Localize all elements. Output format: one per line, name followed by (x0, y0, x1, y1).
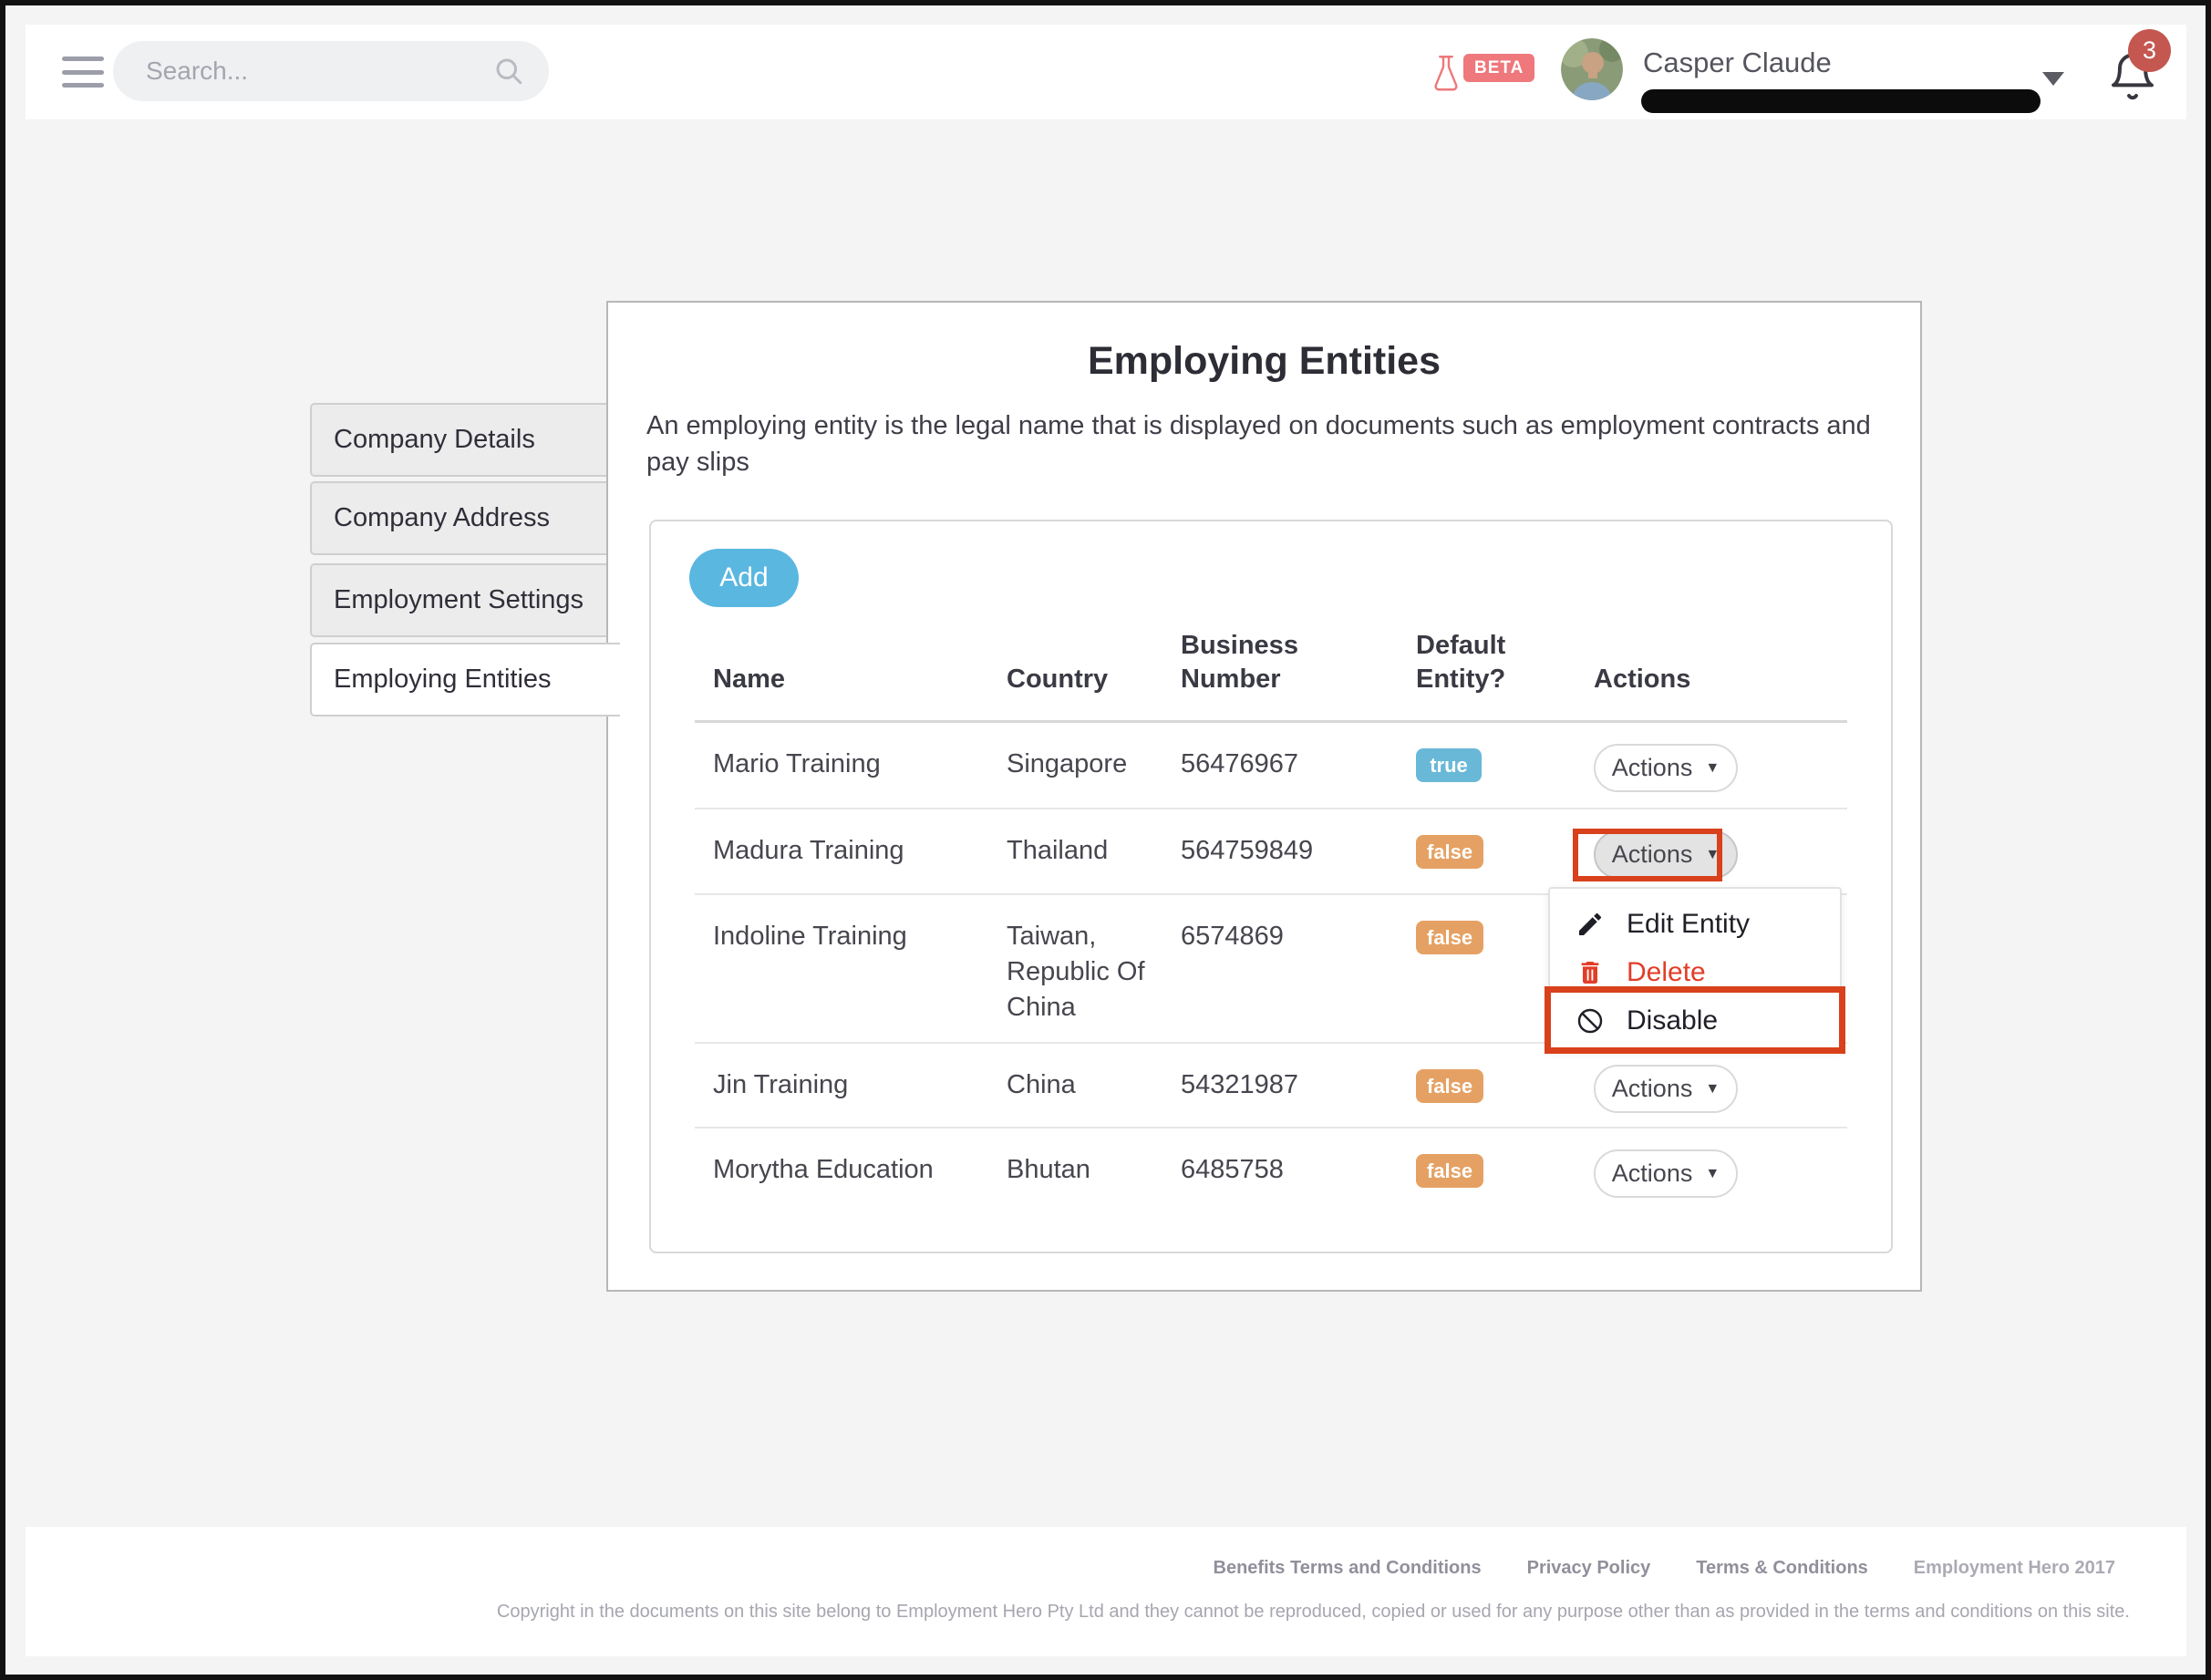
page-title: Employing Entities (608, 339, 1920, 384)
entity-name: Morytha Education (695, 1129, 988, 1238)
search-input[interactable] (113, 57, 492, 86)
search-bar (113, 41, 549, 101)
default-entity-badge: false (1416, 921, 1483, 954)
caret-down-icon: ▼ (1705, 847, 1720, 863)
table-row: Jin Training China 54321987 false Action… (695, 1044, 1847, 1129)
default-entity-badge: false (1416, 1069, 1483, 1103)
tab-label: Company Details (334, 425, 535, 455)
footer-link-benefits-terms[interactable]: Benefits Terms and Conditions (1214, 1558, 1482, 1579)
entity-business-number: 564759849 (1162, 809, 1398, 893)
column-header-country: Country (988, 663, 1162, 696)
notification-count-badge[interactable]: 3 (2128, 29, 2171, 72)
app-window: BETA Casper Claude 3 Comp (0, 0, 2211, 1680)
tab-label: Employment Settings (334, 585, 584, 615)
entity-business-number: 6485758 (1162, 1129, 1398, 1238)
user-menu-caret-icon[interactable] (2042, 72, 2064, 86)
entity-business-number: 6574869 (1162, 895, 1398, 1042)
add-button[interactable]: Add (689, 549, 799, 607)
entity-country: China (988, 1044, 1162, 1127)
actions-button[interactable]: Actions ▼ (1594, 1149, 1738, 1198)
avatar[interactable] (1561, 38, 1623, 100)
entity-country: Thailand (988, 809, 1162, 893)
menu-item-delete[interactable]: Delete (1550, 948, 1840, 996)
trash-icon (1576, 958, 1605, 987)
tab-label: Company Address (334, 503, 550, 533)
actions-button[interactable]: Actions ▼ (1594, 744, 1738, 792)
employing-entities-panel: Employing Entities An employing entity i… (606, 301, 1922, 1292)
entity-country: Singapore (988, 723, 1162, 808)
actions-button-open[interactable]: Actions ▼ (1594, 830, 1738, 879)
entity-country: Bhutan (988, 1129, 1162, 1238)
menu-item-edit-entity[interactable]: Edit Entity (1550, 900, 1840, 948)
page-footer: Benefits Terms and Conditions Privacy Po… (26, 1527, 2186, 1656)
entity-business-number: 54321987 (1162, 1044, 1398, 1127)
entity-name: Indoline Training (695, 895, 988, 1042)
hamburger-menu-icon[interactable] (62, 57, 104, 88)
footer-links: Benefits Terms and Conditions Privacy Po… (1214, 1558, 2116, 1579)
entity-name: Madura Training (695, 809, 988, 893)
top-header: BETA Casper Claude 3 (26, 25, 2186, 119)
caret-down-icon: ▼ (1705, 1081, 1720, 1098)
column-header-default-entity: Default Entity? (1398, 629, 1576, 696)
menu-item-label: Disable (1627, 1005, 1718, 1036)
caret-down-icon: ▼ (1705, 760, 1720, 777)
table-row: Morytha Education Bhutan 6485758 false A… (695, 1129, 1847, 1238)
pencil-icon (1576, 910, 1605, 939)
circle-slash-icon (1576, 1006, 1605, 1036)
default-entity-badge: false (1416, 835, 1483, 869)
tab-employment-settings[interactable]: Employment Settings (310, 563, 611, 637)
footer-copyright: Copyright in the documents on this site … (497, 1602, 2130, 1623)
caret-down-icon: ▼ (1705, 1166, 1720, 1182)
tab-label: Employing Entities (334, 665, 552, 695)
entity-name: Mario Training (695, 723, 988, 808)
tab-employing-entities[interactable]: Employing Entities (310, 643, 620, 716)
column-header-business-number: Business Number (1162, 629, 1398, 696)
table-row: Madura Training Thailand 564759849 false… (695, 809, 1847, 895)
footer-brand-year: Employment Hero 2017 (1914, 1558, 2115, 1579)
tab-company-details[interactable]: Company Details (310, 403, 611, 477)
column-header-name: Name (695, 663, 988, 696)
menu-item-disable[interactable]: Disable (1550, 996, 1840, 1045)
entity-name: Jin Training (695, 1044, 988, 1127)
tab-company-address[interactable]: Company Address (310, 481, 611, 555)
table-row: Mario Training Singapore 56476967 true A… (695, 723, 1847, 809)
footer-link-privacy-policy[interactable]: Privacy Policy (1527, 1558, 1651, 1579)
column-header-actions: Actions (1576, 663, 1847, 696)
search-icon[interactable] (492, 55, 525, 88)
actions-dropdown-menu: Edit Entity Delete Disable (1548, 887, 1842, 1051)
user-name[interactable]: Casper Claude (1643, 46, 1832, 79)
actions-button[interactable]: Actions ▼ (1594, 1065, 1738, 1113)
page-description: An employing entity is the legal name th… (646, 407, 1882, 480)
beta-flask-icon (1430, 50, 1462, 98)
menu-item-label: Delete (1627, 957, 1706, 988)
beta-badge: BETA (1463, 54, 1534, 82)
entity-business-number: 56476967 (1162, 723, 1398, 808)
default-entity-badge: true (1416, 748, 1482, 782)
table-header-row: Name Country Business Number Default Ent… (695, 629, 1847, 723)
default-entity-badge: false (1416, 1154, 1483, 1188)
menu-item-label: Edit Entity (1627, 909, 1750, 940)
footer-link-terms-conditions[interactable]: Terms & Conditions (1696, 1558, 1868, 1579)
redacted-company-name (1641, 89, 2041, 113)
entity-country: Taiwan, Republic Of China (988, 895, 1162, 1042)
